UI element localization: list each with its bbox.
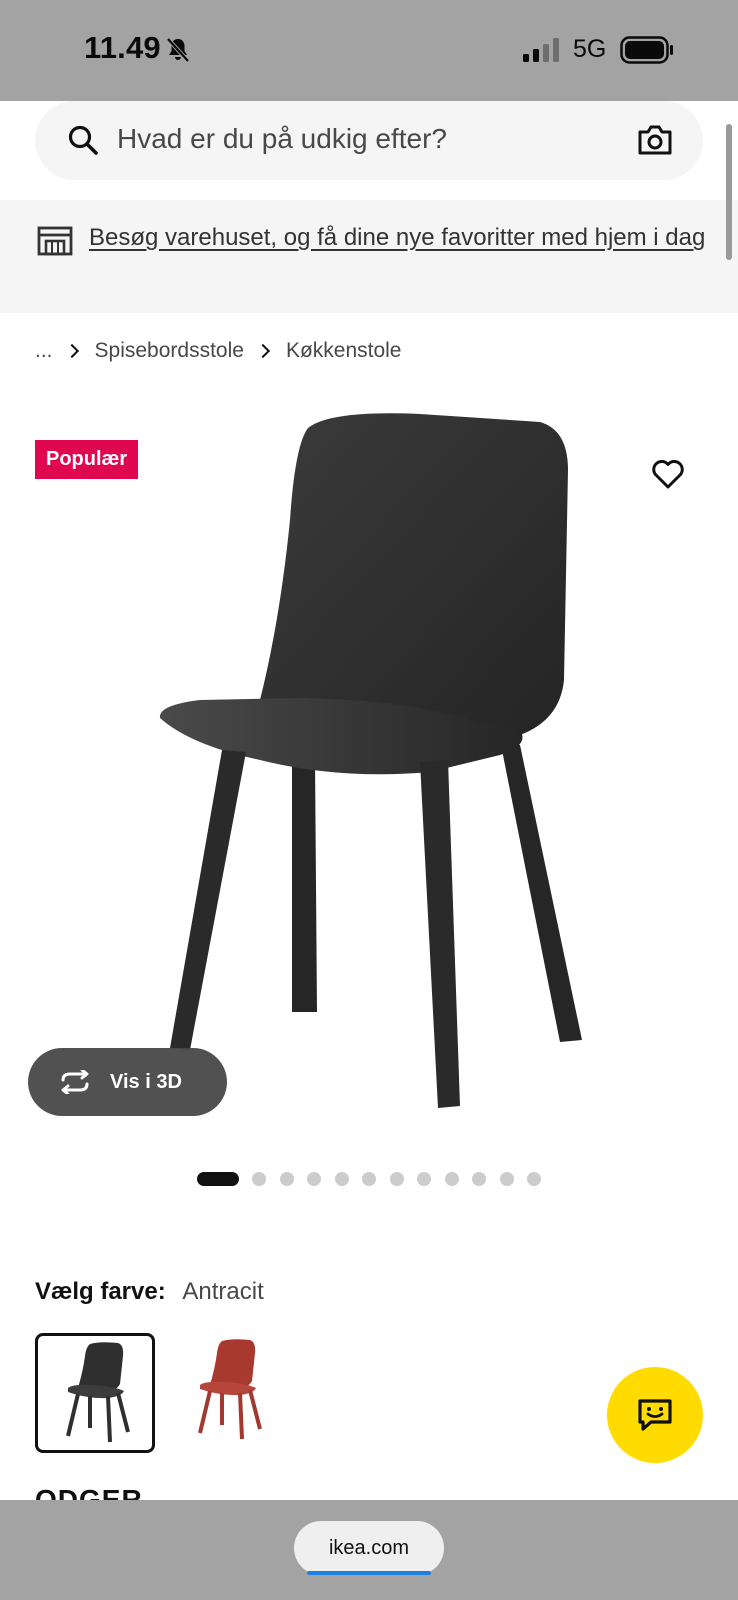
pagination-dot[interactable] — [362, 1172, 376, 1186]
pagination-dot[interactable] — [472, 1172, 486, 1186]
pagination-dot[interactable] — [197, 1172, 239, 1186]
color-label: Vælg farve: — [35, 1278, 166, 1305]
status-time: 11.49 — [84, 30, 161, 65]
store-visit-link[interactable]: Besøg varehuset, og få dine nye favoritt… — [89, 220, 709, 256]
search-icon — [68, 125, 98, 155]
pagination-dot[interactable] — [307, 1172, 321, 1186]
pagination-dot[interactable] — [527, 1172, 541, 1186]
favorite-heart-icon[interactable] — [651, 458, 685, 490]
breadcrumb-kitchen-chairs[interactable]: Køkkenstole — [286, 339, 402, 363]
search-placeholder: Hvad er du på udkig efter? — [117, 123, 447, 154]
swatch-chair-image — [66, 1342, 130, 1443]
pagination-dot[interactable] — [252, 1172, 266, 1186]
battery-icon — [620, 36, 673, 64]
chevron-right-icon — [64, 343, 79, 359]
chevron-right-icon — [255, 343, 271, 359]
search-area: Hvad er du på udkig efter? — [0, 101, 738, 200]
rotate-3d-icon — [61, 1070, 89, 1094]
search-input[interactable]: Hvad er du på udkig efter? — [35, 101, 703, 180]
pagination-dot[interactable] — [417, 1172, 431, 1186]
popular-badge: Populær — [35, 440, 139, 479]
status-bar: 11.49 5G — [0, 0, 738, 101]
swatch-chair-image — [198, 1339, 262, 1440]
network-label: 5G — [573, 35, 607, 63]
store-icon — [37, 226, 73, 256]
color-selector-label: Vælg farve: Antracit — [35, 1278, 264, 1306]
breadcrumb-ellipsis[interactable]: ... — [35, 339, 53, 363]
pagination-dot[interactable] — [334, 1172, 349, 1186]
camera-icon[interactable] — [637, 123, 673, 157]
pagination-dot[interactable] — [444, 1172, 459, 1186]
view-3d-label: Vis i 3D — [110, 1070, 182, 1093]
pagination-dot[interactable] — [389, 1172, 404, 1186]
view-3d-button[interactable]: Vis i 3D — [28, 1048, 227, 1116]
url-bar[interactable]: ikea.com — [294, 1521, 444, 1575]
breadcrumb-dining-chairs[interactable]: Spisebordsstole — [95, 339, 244, 363]
color-value: Antracit — [182, 1278, 264, 1305]
image-pagination[interactable] — [197, 1171, 555, 1187]
browser-bottom-bar: ikea.com — [0, 1500, 738, 1600]
pagination-dot[interactable] — [499, 1172, 514, 1186]
chat-button[interactable] — [607, 1367, 703, 1463]
page-load-progress — [307, 1571, 431, 1575]
breadcrumb: ... Spisebordsstole Køkkenstole — [35, 336, 402, 366]
store-banner: Besøg varehuset, og få dine nye favoritt… — [0, 200, 738, 313]
color-swatch-red[interactable] — [170, 1333, 290, 1453]
signal-icon — [523, 38, 559, 62]
scrollbar[interactable] — [726, 124, 732, 260]
chat-icon — [638, 1399, 672, 1431]
pagination-dot[interactable] — [279, 1172, 294, 1186]
color-swatch-antracit[interactable] — [35, 1333, 155, 1453]
bell-muted-icon — [166, 37, 190, 63]
product-image[interactable] — [0, 400, 738, 1140]
